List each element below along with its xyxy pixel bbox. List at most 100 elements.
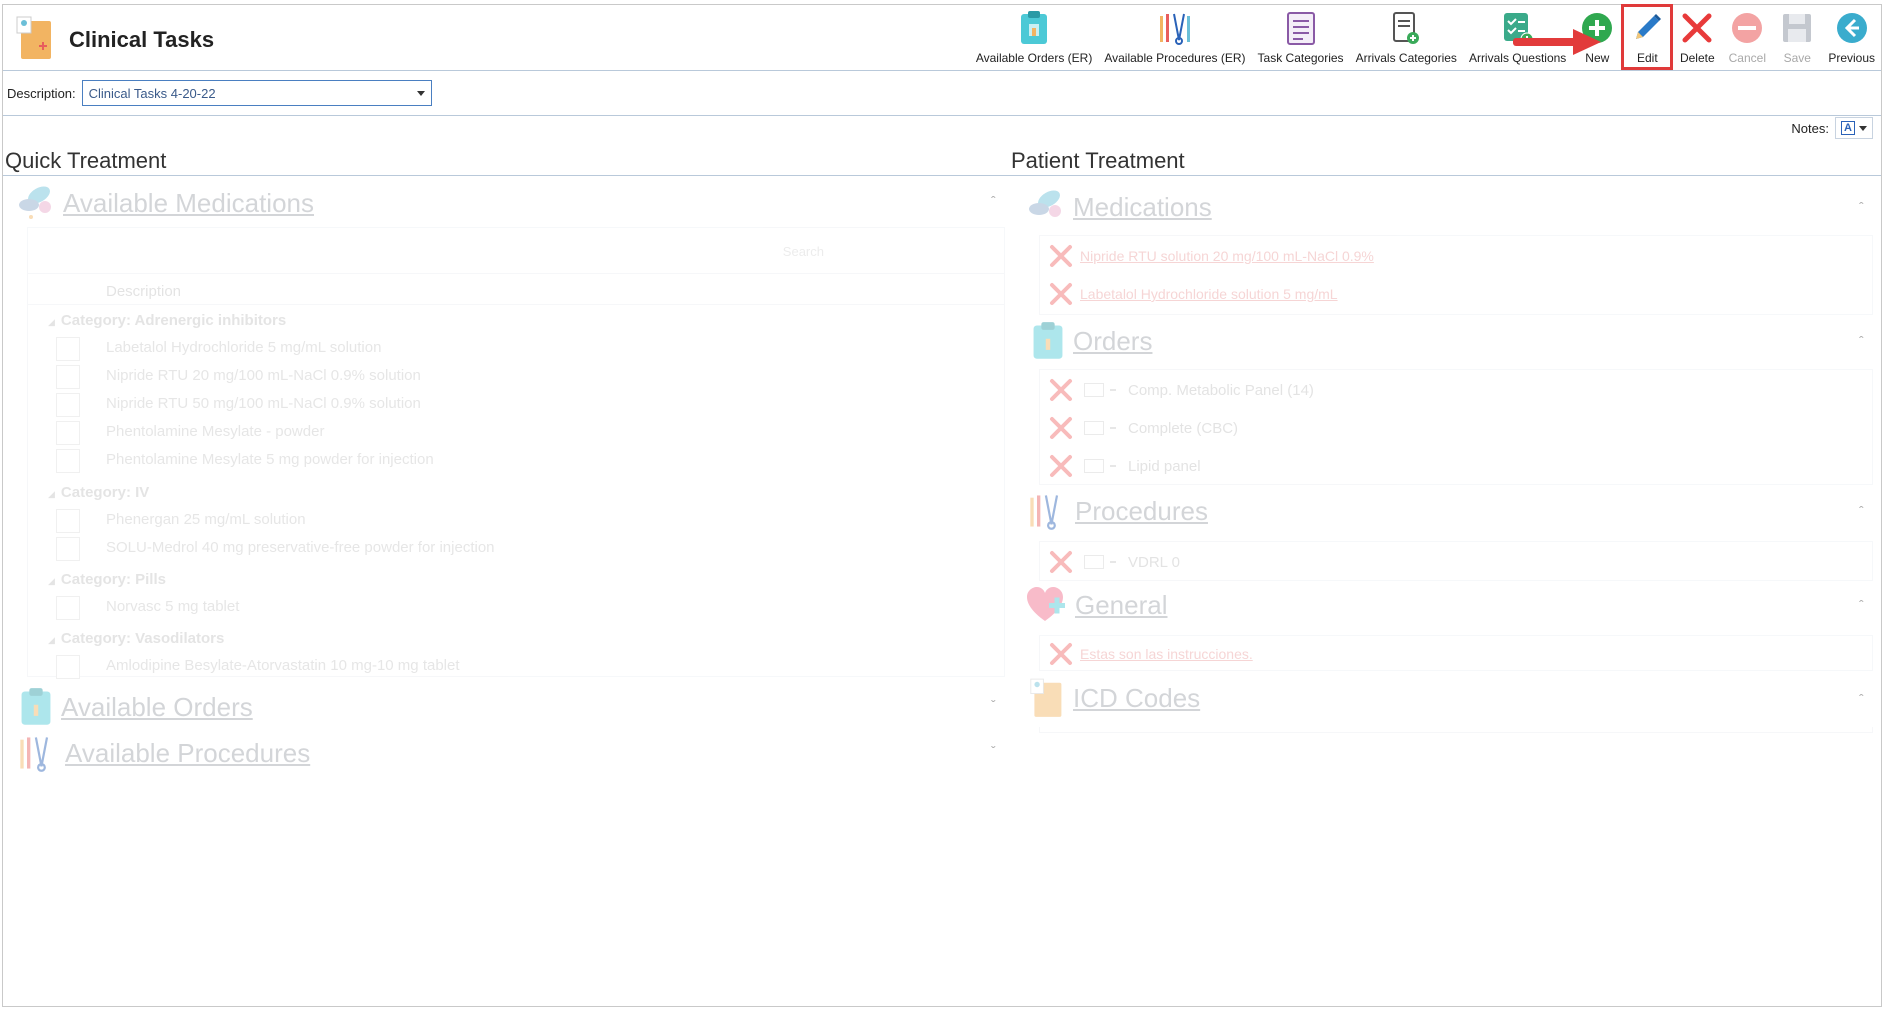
general-header[interactable]: General [1025, 585, 1168, 625]
collapse-icon[interactable]: ˆ [1859, 597, 1864, 613]
item-checkbox[interactable] [56, 655, 80, 679]
remove-x-icon[interactable] [1048, 281, 1074, 307]
category-row[interactable]: ◢ Category: Vasodilators [28, 624, 1004, 652]
item-checkbox[interactable] [56, 393, 80, 417]
text-format-icon: A [1841, 121, 1855, 135]
cancel-button[interactable]: Cancel [1722, 5, 1772, 69]
pills-icon [19, 186, 51, 219]
orders-header[interactable]: Orders [1031, 321, 1152, 361]
list-item[interactable]: Norvasc 5 mg tablet [28, 593, 1004, 621]
list-item[interactable]: Phentolamine Mesylate - powder [28, 418, 1004, 446]
description-select[interactable]: Clinical Tasks 4-20-22 [81, 80, 432, 106]
list-item[interactable]: Nipride RTU 20 mg/100 mL-NaCl 0.9% solut… [28, 362, 1004, 390]
dropdown-icon[interactable] [1110, 389, 1116, 391]
item-checkbox[interactable] [56, 509, 80, 533]
list-item[interactable]: Comp. Metabolic Panel (14) [1040, 372, 1872, 408]
medications-list: Nipride RTU solution 20 mg/100 mL-NaCl 0… [1039, 235, 1873, 315]
grid-header: Description [28, 275, 1004, 305]
orders-clipboard-icon [1015, 9, 1053, 47]
note-icon[interactable] [1084, 555, 1104, 569]
pills-icon [1029, 190, 1061, 217]
arrow-left-circle-icon [1833, 9, 1871, 47]
available-medications-grid: Search Description ◢ Category: Adrenergic… [27, 227, 1005, 680]
remove-x-icon[interactable] [1048, 641, 1074, 667]
remove-x-icon[interactable] [1048, 453, 1074, 479]
expand-triangle-icon: ◢ [48, 489, 55, 499]
surgical-tools-icon [20, 737, 49, 772]
list-item[interactable]: Phenergan 25 mg/mL solution [28, 506, 1004, 534]
expand-icon[interactable]: ˇ [991, 697, 996, 713]
notes-format-button[interactable]: A [1835, 117, 1873, 139]
available-orders-header[interactable]: Available Orders [19, 687, 253, 727]
note-icon[interactable] [1084, 459, 1104, 473]
remove-x-icon[interactable] [1048, 377, 1074, 403]
category-row[interactable]: ◢ Category: IV [28, 478, 1004, 506]
clinical-folder-icon [1030, 678, 1062, 717]
dropdown-icon[interactable] [1110, 427, 1116, 429]
available-orders-er-button[interactable]: Available Orders (ER) [970, 5, 1098, 69]
collapse-icon[interactable]: ˆ [1859, 333, 1864, 349]
available-medications-header[interactable]: Available Medications [17, 183, 314, 223]
grid-search[interactable]: Search [28, 228, 1004, 274]
app-window: Clinical Tasks Available Orders (ER) Ava… [2, 4, 1882, 1007]
list-item[interactable]: Lipid panel [1040, 448, 1872, 484]
item-checkbox[interactable] [56, 337, 80, 361]
item-checkbox[interactable] [56, 596, 80, 620]
notes-label: Notes: [1791, 120, 1829, 136]
list-item[interactable]: VDRL 0 [1040, 544, 1872, 580]
available-procedures-header[interactable]: Available Procedures [17, 733, 310, 773]
dropdown-icon[interactable] [1110, 561, 1116, 563]
note-icon[interactable] [1084, 383, 1104, 397]
remove-x-icon[interactable] [1048, 549, 1074, 575]
notes-area: Notes: A [1791, 117, 1873, 139]
collapse-icon[interactable]: ˆ [1859, 691, 1864, 707]
patient-treatment-title: Patient Treatment [1011, 148, 1185, 173]
save-button[interactable]: Save [1772, 5, 1822, 69]
chevron-down-icon [1858, 125, 1867, 131]
no-entry-icon [1728, 9, 1766, 47]
collapse-icon[interactable]: ˆ [991, 193, 996, 209]
remove-x-icon[interactable] [1048, 415, 1074, 441]
list-item[interactable]: Amlodipine Besylate-Atorvastatin 10 mg-1… [28, 652, 1004, 680]
category-row[interactable]: ◢ Category: Pills [28, 565, 1004, 593]
procedures-header[interactable]: Procedures [1027, 491, 1208, 531]
general-list: Estas son las instrucciones. [1039, 635, 1873, 671]
expand-triangle-icon: ◢ [48, 317, 55, 327]
note-icon[interactable] [1084, 421, 1104, 435]
item-checkbox[interactable] [56, 365, 80, 389]
expand-icon[interactable]: ˇ [991, 743, 996, 759]
list-item[interactable]: SOLU-Medrol 40 mg preservative-free powd… [28, 534, 1004, 562]
item-checkbox[interactable] [56, 449, 80, 473]
medications-header[interactable]: Medications [1027, 187, 1212, 227]
chevron-down-icon [416, 90, 425, 96]
dropdown-icon[interactable] [1110, 465, 1116, 467]
list-item[interactable]: Complete (CBC) [1040, 410, 1872, 446]
list-item[interactable]: Nipride RTU 50 mg/100 mL-NaCl 0.9% solut… [28, 390, 1004, 418]
collapse-icon[interactable]: ˆ [1859, 503, 1864, 519]
previous-button[interactable]: Previous [1822, 5, 1881, 69]
remove-x-icon[interactable] [1048, 243, 1074, 269]
task-list-icon [1282, 9, 1320, 47]
task-categories-button[interactable]: Task Categories [1252, 5, 1350, 69]
delete-button[interactable]: Delete [1672, 5, 1722, 69]
list-item[interactable]: Phentolamine Mesylate 5 mg powder for in… [28, 446, 1004, 474]
icd-codes-list [1039, 727, 1873, 733]
edit-button[interactable]: Edit [1621, 4, 1674, 70]
category-row[interactable]: ◢ Category: Adrenergic inhibitors [28, 306, 1004, 334]
icd-codes-header[interactable]: ICD Codes [1029, 677, 1200, 719]
divider [3, 115, 1881, 116]
available-procedures-er-button[interactable]: Available Procedures (ER) [1098, 5, 1251, 69]
item-checkbox[interactable] [56, 421, 80, 445]
icd-codes-title: ICD Codes [1073, 682, 1201, 713]
arrivals-categories-button[interactable]: Arrivals Categories [1350, 5, 1463, 69]
list-item[interactable]: Labetalol Hydrochloride 5 mg/mL solution [28, 334, 1004, 362]
surgical-tools-icon [1030, 495, 1059, 530]
collapse-icon[interactable]: ˆ [1859, 199, 1864, 215]
item-checkbox[interactable] [56, 537, 80, 561]
quick-treatment-title: Quick Treatment [5, 148, 167, 173]
available-orders-title: Available Orders [61, 691, 253, 722]
list-item[interactable]: Estas son las instrucciones. [1040, 636, 1872, 672]
list-item[interactable]: Labetalol Hydrochloride solution 5 mg/mL [1040, 276, 1872, 312]
list-item[interactable]: Nipride RTU solution 20 mg/100 mL-NaCl 0… [1040, 238, 1872, 274]
description-value: Clinical Tasks 4-20-22 [88, 85, 216, 101]
